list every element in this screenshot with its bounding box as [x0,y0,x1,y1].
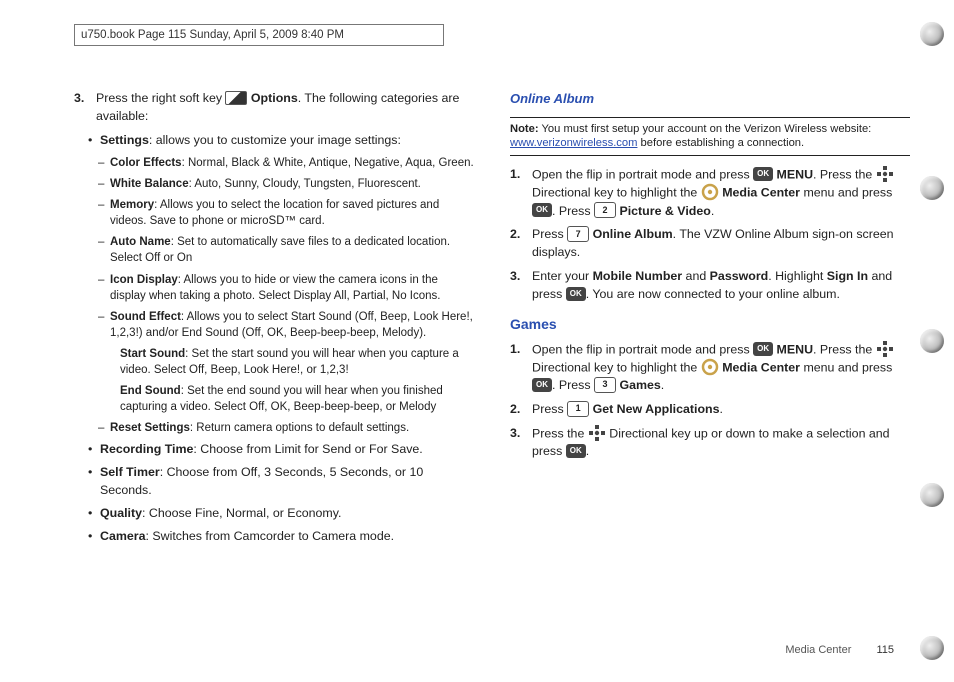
dpad-circle-icon [701,358,719,376]
sub-start-sound: Start Sound: Set the start sound you wil… [120,346,474,378]
dpad-icon [876,340,894,358]
step-number: 3. [510,425,532,461]
g-step-2: 2. Press 1 Get New Applications. [510,401,910,419]
ring-icon [920,22,944,46]
dash-reset: Reset Settings: Return camera options to… [98,420,474,436]
key-3-icon: 3 [594,377,616,393]
settings-bullets: Settings: allows you to customize your i… [88,132,474,546]
note-box: Note: You must first setup your account … [510,117,910,156]
ok-key-icon: OK [532,378,552,392]
oa-step-3: 3. Enter your Mobile Number and Password… [510,268,910,304]
step-3: 3. Press the right soft key Options. The… [74,90,474,126]
dash-wb: White Balance: Auto, Sunny, Cloudy, Tung… [98,176,474,192]
g-step-3: 3. Press the Directional key up or down … [510,425,910,461]
oa-step-1: 1. Open the flip in portrait mode and pr… [510,166,910,221]
section-online-album: Online Album [510,90,910,109]
g-step-1: 1. Open the flip in portrait mode and pr… [510,341,910,396]
step-text: Open the flip in portrait mode and press… [532,166,910,221]
ok-key-icon: OK [753,167,773,181]
step-text: Enter your Mobile Number and Password. H… [532,268,910,304]
doc-header-text: u750.book Page 115 Sunday, April 5, 2009… [81,29,344,41]
ok-key-icon: OK [753,342,773,356]
dash-sound: Sound Effect: Allows you to select Start… [98,309,474,341]
bullet-selftimer: Self Timer: Choose from Off, 3 Seconds, … [88,464,474,500]
ring-icon [920,329,944,353]
step-text: Open the flip in portrait mode and press… [532,341,910,396]
ring-icon [920,176,944,200]
dpad-circle-icon [701,183,719,201]
section-games: Games [510,314,910,334]
ok-key-icon: OK [566,444,586,458]
dpad-icon [588,424,606,442]
doc-header: u750.book Page 115 Sunday, April 5, 2009… [74,24,444,46]
step-text: Press 1 Get New Applications. [532,401,910,419]
ok-key-icon: OK [532,203,552,217]
bullet-camera: Camera: Switches from Camcorder to Camer… [88,528,474,546]
spiral-binding [920,0,948,682]
bullet-settings: Settings: allows you to customize your i… [88,132,474,150]
bullet-rectime: Recording Time: Choose from Limit for Se… [88,441,474,459]
step-number: 2. [510,226,532,262]
soft-key-icon [225,91,247,105]
oa-step-2: 2. Press 7 Online Album. The VZW Online … [510,226,910,262]
page-footer: Media Center 115 [785,644,894,656]
step-text: Press 7 Online Album. The VZW Online Alb… [532,226,910,262]
ring-icon [920,636,944,660]
key-2-icon: 2 [594,202,616,218]
right-column: Online Album Note: You must first setup … [510,90,910,551]
step-number: 3. [510,268,532,304]
step-number: 2. [510,401,532,419]
dash-color: Color Effects: Normal, Black & White, An… [98,155,474,171]
ring-icon [920,483,944,507]
step-text: Press the right soft key Options. The fo… [96,90,474,126]
settings-sublist: Color Effects: Normal, Black & White, An… [98,155,474,436]
page-body: 3. Press the right soft key Options. The… [74,90,914,551]
dash-memory: Memory: Allows you to select the locatio… [98,197,474,229]
step-number: 3. [74,90,96,126]
dash-icon: Icon Display: Allows you to hide or view… [98,272,474,304]
key-1-icon: 1 [567,401,589,417]
step-number: 1. [510,341,532,396]
ok-key-icon: OK [566,287,586,301]
step-number: 1. [510,166,532,221]
bullet-quality: Quality: Choose Fine, Normal, or Economy… [88,505,474,523]
footer-page-number: 115 [876,644,894,656]
step-text: Press the Directional key up or down to … [532,425,910,461]
sub-end-sound: End Sound: Set the end sound you will he… [120,383,474,415]
key-7-icon: 7 [567,226,589,242]
verizon-link[interactable]: www.verizonwireless.com [510,137,637,149]
dash-auto: Auto Name: Set to automatically save fil… [98,234,474,266]
left-column: 3. Press the right soft key Options. The… [74,90,474,551]
footer-section: Media Center [785,644,851,656]
dpad-icon [876,165,894,183]
